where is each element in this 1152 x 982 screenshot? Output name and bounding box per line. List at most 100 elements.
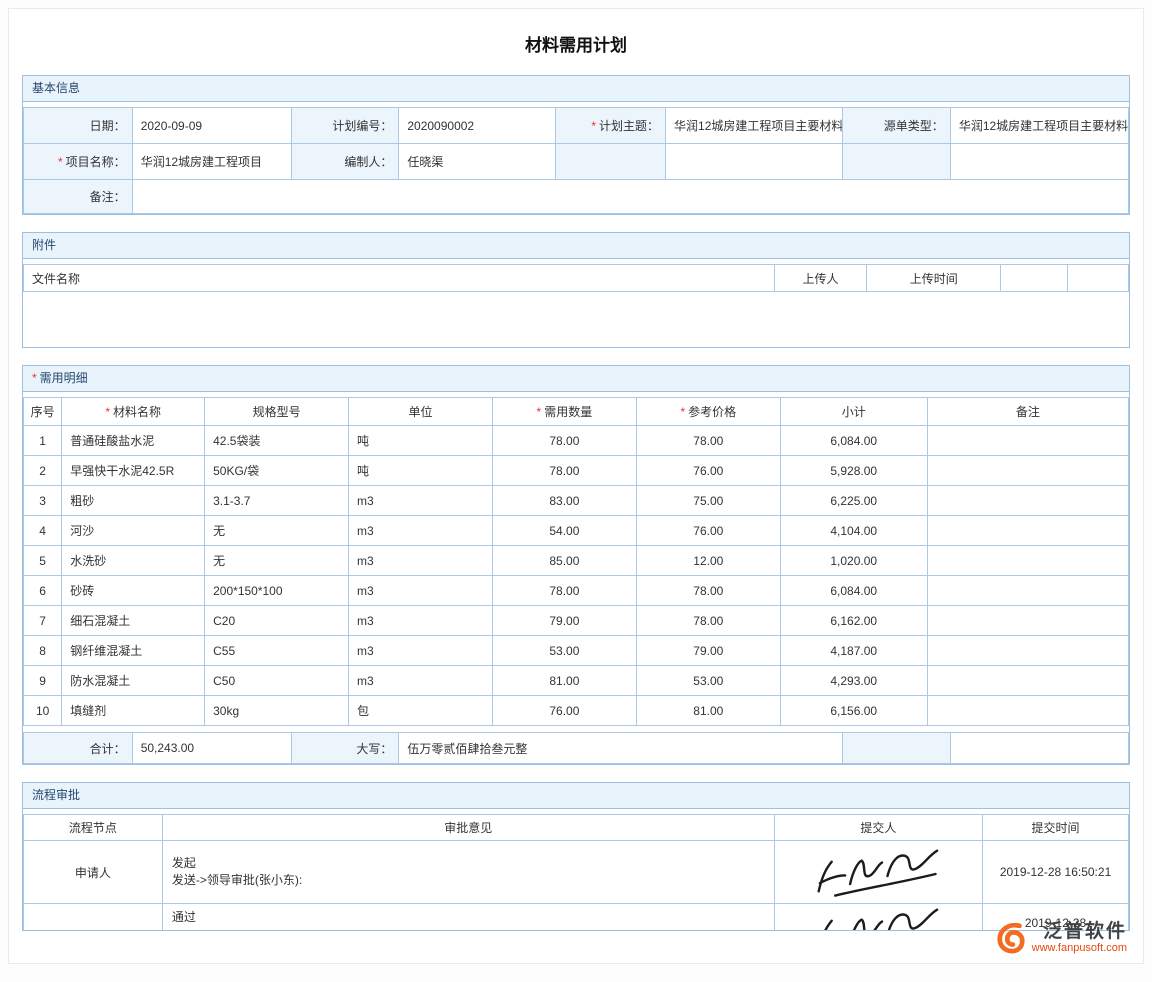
- mat-price: 12.00: [636, 546, 780, 576]
- mat-name: 普通硅酸盐水泥: [62, 426, 205, 456]
- mat-note: [927, 576, 1128, 606]
- remark-value: [132, 180, 1128, 214]
- mat-spec: 30kg: [205, 696, 349, 726]
- source-type-label: 源单类型：: [843, 108, 951, 144]
- materials-footer-row: 合计： 50,243.00 大写： 伍万零贰佰肆拾叁元整: [24, 733, 1129, 764]
- project-name-value: 华润12城房建工程项目: [132, 144, 291, 180]
- material-row: 6 砂砖 200*150*100 m3 78.00 78.00 6,084.00: [24, 576, 1129, 606]
- appr-opinion-line1: 通过: [172, 909, 768, 926]
- basic-info-table: 日期： 2020-09-09 计划编号： 2020090002 *计划主题： 华…: [23, 107, 1129, 214]
- appr-col-opinion: 审批意见: [162, 815, 774, 841]
- material-row: 4 河沙 无 m3 54.00 76.00 4,104.00: [24, 516, 1129, 546]
- attachments-table: 文件名称 上传人 上传时间: [23, 264, 1129, 292]
- mat-spec: 200*150*100: [205, 576, 349, 606]
- empty-label-2: [843, 144, 951, 180]
- appr-node: 申请人: [24, 841, 163, 904]
- materials-table: 序号 *材料名称 规格型号 单位 *需用数量 *参考价格 小计 备注 1 普通硅…: [23, 397, 1129, 726]
- basic-info-row-1: 日期： 2020-09-09 计划编号： 2020090002 *计划主题： 华…: [24, 108, 1129, 144]
- mat-seq: 8: [24, 636, 62, 666]
- mat-note: [927, 606, 1128, 636]
- date-value: 2020-09-09: [132, 108, 291, 144]
- attach-col-uploader: 上传人: [774, 265, 867, 292]
- approval-row: 通过 2019-12-28: [24, 904, 1129, 932]
- project-name-label: *项目名称：: [24, 144, 133, 180]
- material-row: 3 粗砂 3.1-3.7 m3 83.00 75.00 6,225.00: [24, 486, 1129, 516]
- materials-header-row: 序号 *材料名称 规格型号 单位 *需用数量 *参考价格 小计 备注: [24, 398, 1129, 426]
- mat-subtotal: 6,084.00: [780, 426, 927, 456]
- mat-unit: m3: [349, 666, 493, 696]
- mat-price: 78.00: [636, 606, 780, 636]
- footer-empty-label: [843, 733, 951, 764]
- mat-qty: 79.00: [492, 606, 636, 636]
- brand-url[interactable]: www.fanpusoft.com: [1032, 942, 1127, 955]
- materials-section-title: *需用明细: [23, 366, 1129, 392]
- appr-signature-cell: [774, 904, 982, 932]
- mat-note: [927, 456, 1128, 486]
- appr-col-submitter: 提交人: [774, 815, 982, 841]
- mat-col-name: *材料名称: [62, 398, 205, 426]
- attach-col-extra-1: [1001, 265, 1067, 292]
- mat-qty: 54.00: [492, 516, 636, 546]
- attachments-section: 附件 文件名称 上传人 上传时间: [22, 232, 1130, 348]
- author-value: 任晓渠: [399, 144, 556, 180]
- plan-subject-value: 华润12城房建工程项目主要材料: [666, 108, 843, 144]
- basic-info-section-title: 基本信息: [23, 76, 1129, 102]
- fanpu-logo-text: 泛普软件 www.fanpusoft.com: [1032, 921, 1127, 955]
- plan-no-label: 计划编号：: [291, 108, 399, 144]
- attach-col-extra-2: [1067, 265, 1128, 292]
- mat-price: 53.00: [636, 666, 780, 696]
- plan-subject-label: *计划主题：: [556, 108, 666, 144]
- mat-unit: m3: [349, 576, 493, 606]
- approval-row: 申请人 发起 发送->领导审批(张小东):: [24, 841, 1129, 904]
- mat-name: 粗砂: [62, 486, 205, 516]
- appr-opinion-line1: 发起: [172, 855, 768, 872]
- materials-footer-table: 合计： 50,243.00 大写： 伍万零贰佰肆拾叁元整: [23, 732, 1129, 764]
- materials-section: *需用明细 序号 *材料名称 规格型号 单位 *需用数量 *参考价格 小计 备注: [22, 365, 1130, 765]
- page-title: 材料需用计划: [22, 9, 1130, 75]
- approval-table: 流程节点 审批意见 提交人 提交时间 申请人 发起 发送->领导审批(张小东):: [23, 814, 1129, 931]
- materials-required-mark: *: [32, 371, 37, 385]
- mat-name: 钢纤维混凝土: [62, 636, 205, 666]
- mat-seq: 2: [24, 456, 62, 486]
- attachments-title-text: 附件: [32, 238, 56, 252]
- attach-col-file-name: 文件名称: [24, 265, 775, 292]
- mat-name: 填缝剂: [62, 696, 205, 726]
- brand-name: 泛普软件: [1043, 921, 1127, 942]
- material-row: 9 防水混凝土 C50 m3 81.00 53.00 4,293.00: [24, 666, 1129, 696]
- mat-unit: m3: [349, 636, 493, 666]
- appr-col-node: 流程节点: [24, 815, 163, 841]
- basic-info-body: 日期： 2020-09-09 计划编号： 2020090002 *计划主题： 华…: [23, 102, 1129, 214]
- mat-spec: C55: [205, 636, 349, 666]
- mat-col-subtotal: 小计: [780, 398, 927, 426]
- material-row: 8 钢纤维混凝土 C55 m3 53.00 79.00 4,187.00: [24, 636, 1129, 666]
- material-row: 5 水洗砂 无 m3 85.00 12.00 1,020.00: [24, 546, 1129, 576]
- mat-subtotal: 5,928.00: [780, 456, 927, 486]
- appr-opinion-line2: 发送->领导审批(张小东):: [172, 872, 768, 889]
- mat-seq: 6: [24, 576, 62, 606]
- mat-col-spec: 规格型号: [205, 398, 349, 426]
- source-type-value: 华润12城房建工程项目主要材料: [950, 108, 1128, 144]
- mat-note: [927, 426, 1128, 456]
- mat-col-unit: 单位: [349, 398, 493, 426]
- mat-price: 78.00: [636, 426, 780, 456]
- mat-qty: 78.00: [492, 456, 636, 486]
- footer-empty-value: [950, 733, 1128, 764]
- mat-unit: m3: [349, 546, 493, 576]
- mat-price: 79.00: [636, 636, 780, 666]
- materials-body: 序号 *材料名称 规格型号 单位 *需用数量 *参考价格 小计 备注 1 普通硅…: [23, 392, 1129, 764]
- mat-name: 砂砖: [62, 576, 205, 606]
- mat-col-seq: 序号: [24, 398, 62, 426]
- mat-qty: 78.00: [492, 426, 636, 456]
- empty-value-1: [666, 144, 843, 180]
- material-plan-page: 材料需用计划 基本信息 日期： 2020-09-09 计划编号： 2020090…: [8, 8, 1144, 964]
- appr-col-submit-time: 提交时间: [983, 815, 1129, 841]
- mat-note: [927, 486, 1128, 516]
- mat-price: 76.00: [636, 456, 780, 486]
- mat-seq: 4: [24, 516, 62, 546]
- plan-no-value: 2020090002: [399, 108, 556, 144]
- materials-title-text: 需用明细: [40, 371, 88, 385]
- mat-name: 防水混凝土: [62, 666, 205, 696]
- appr-opinion: 通过: [162, 904, 774, 932]
- approval-header-row: 流程节点 审批意见 提交人 提交时间: [24, 815, 1129, 841]
- total-label: 合计：: [24, 733, 133, 764]
